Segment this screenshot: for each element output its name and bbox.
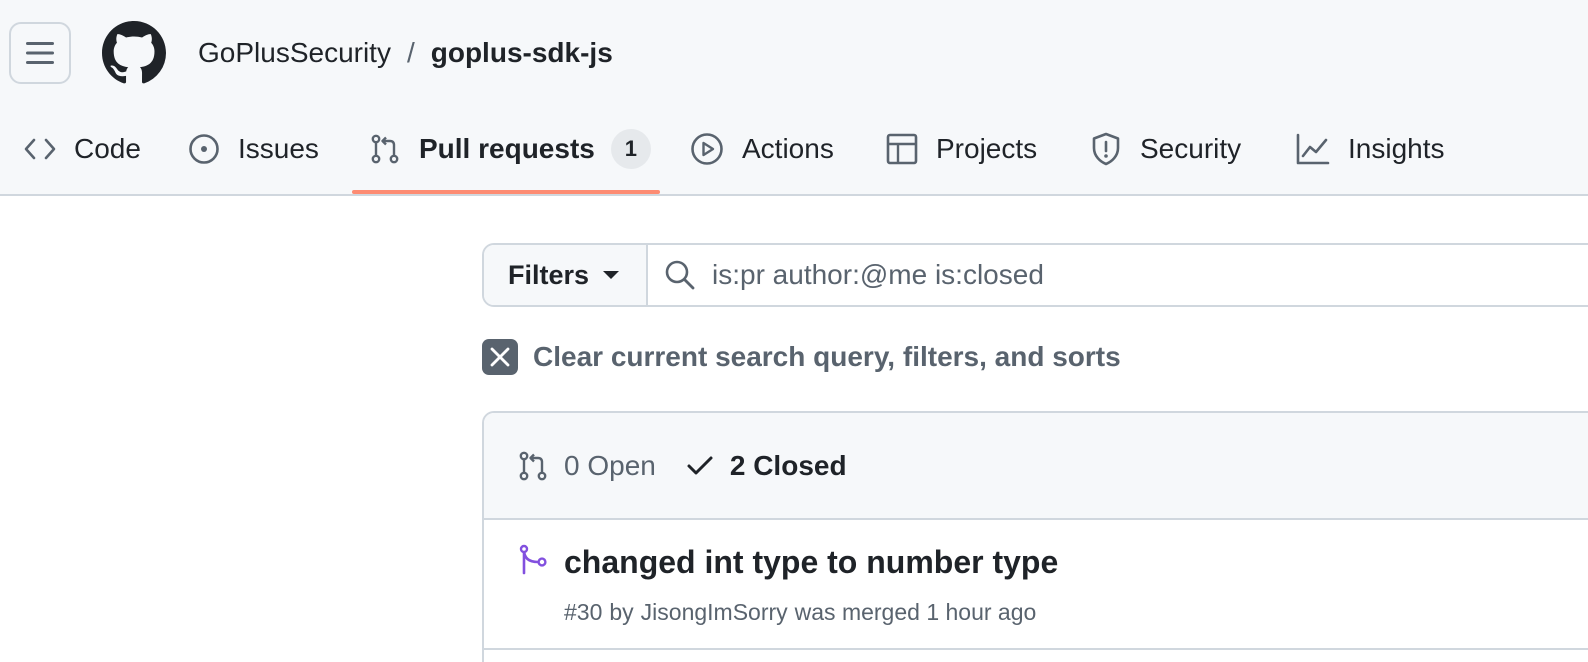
tab-actions[interactable]: Actions bbox=[690, 128, 834, 170]
repo-name-link[interactable]: goplus-sdk-js bbox=[431, 37, 613, 69]
search-icon bbox=[665, 260, 695, 290]
list-header: 0 Open 2 Closed bbox=[484, 413, 1588, 520]
global-menu-button[interactable] bbox=[9, 22, 71, 84]
pull-request-list: 0 Open 2 Closed changed int type to numb… bbox=[482, 411, 1588, 662]
x-icon bbox=[490, 347, 510, 367]
pr-number: #30 bbox=[564, 599, 603, 625]
filters-button-label: Filters bbox=[508, 259, 590, 290]
repo-breadcrumb: GoPlusSecurity / goplus-sdk-js bbox=[198, 33, 613, 73]
closed-count-label: 2 Closed bbox=[729, 449, 847, 481]
tab-pull-requests-label: Pull requests bbox=[419, 133, 595, 164]
table-icon bbox=[886, 133, 918, 165]
tab-security-label: Security bbox=[1140, 133, 1242, 164]
github-octocat-icon[interactable] bbox=[102, 21, 166, 85]
code-icon bbox=[24, 138, 56, 160]
repo-header: GoPlusSecurity / goplus-sdk-js Code Issu… bbox=[0, 0, 1588, 196]
active-tab-underline bbox=[352, 190, 660, 194]
tab-insights[interactable]: Insights bbox=[1296, 128, 1445, 170]
tab-actions-label: Actions bbox=[742, 133, 834, 164]
clear-filters-button[interactable] bbox=[482, 339, 518, 375]
hamburger-icon bbox=[26, 42, 54, 64]
shield-icon bbox=[1092, 132, 1120, 166]
graph-icon bbox=[1296, 133, 1330, 165]
pr-meta: #30 by JisongImSorry was merged 1 hour ago bbox=[564, 599, 1036, 626]
filter-bar: Filters bbox=[482, 243, 1588, 307]
pr-by-label: by bbox=[609, 599, 634, 625]
path-separator: / bbox=[406, 37, 415, 68]
tab-issues-label: Issues bbox=[238, 133, 319, 164]
issue-opened-icon bbox=[189, 134, 219, 164]
git-merge-icon bbox=[519, 544, 547, 575]
tab-projects[interactable]: Projects bbox=[886, 128, 1037, 170]
pr-title-link[interactable]: changed int type to number type bbox=[564, 544, 1058, 581]
closed-filter-link[interactable]: 2 Closed bbox=[686, 450, 847, 482]
clear-filters-label: Clear current search query, filters, and… bbox=[533, 341, 1121, 372]
tab-pull-requests[interactable]: Pull requests 1 bbox=[369, 128, 651, 170]
tab-issues[interactable]: Issues bbox=[188, 128, 319, 170]
tab-security[interactable]: Security bbox=[1090, 128, 1241, 170]
tab-code-label: Code bbox=[74, 133, 141, 164]
pr-author-link[interactable]: JisongImSorry bbox=[641, 599, 788, 625]
search-input[interactable] bbox=[712, 259, 1512, 291]
filters-dropdown-button[interactable]: Filters bbox=[484, 245, 648, 305]
list-item: changed int type to number type #30 by Jis… bbox=[484, 520, 1588, 650]
check-icon bbox=[687, 456, 713, 474]
search-field[interactable] bbox=[648, 245, 1588, 305]
caret-down-icon bbox=[603, 271, 620, 279]
git-pull-request-icon bbox=[371, 134, 399, 164]
open-count-label: 0 Open bbox=[564, 449, 656, 481]
pull-requests-count-badge: 1 bbox=[610, 129, 651, 169]
tab-code[interactable]: Code bbox=[24, 128, 141, 170]
clear-filters-link[interactable]: Clear current search query, filters, and… bbox=[482, 339, 1121, 375]
git-pull-request-icon bbox=[519, 451, 547, 480]
repo-owner-link[interactable]: GoPlusSecurity bbox=[198, 37, 391, 69]
tab-projects-label: Projects bbox=[936, 133, 1038, 164]
tab-insights-label: Insights bbox=[1348, 133, 1445, 164]
open-filter-link[interactable]: 0 Open bbox=[518, 450, 656, 482]
play-icon bbox=[691, 133, 723, 165]
pr-status: was merged 1 hour ago bbox=[794, 599, 1037, 625]
